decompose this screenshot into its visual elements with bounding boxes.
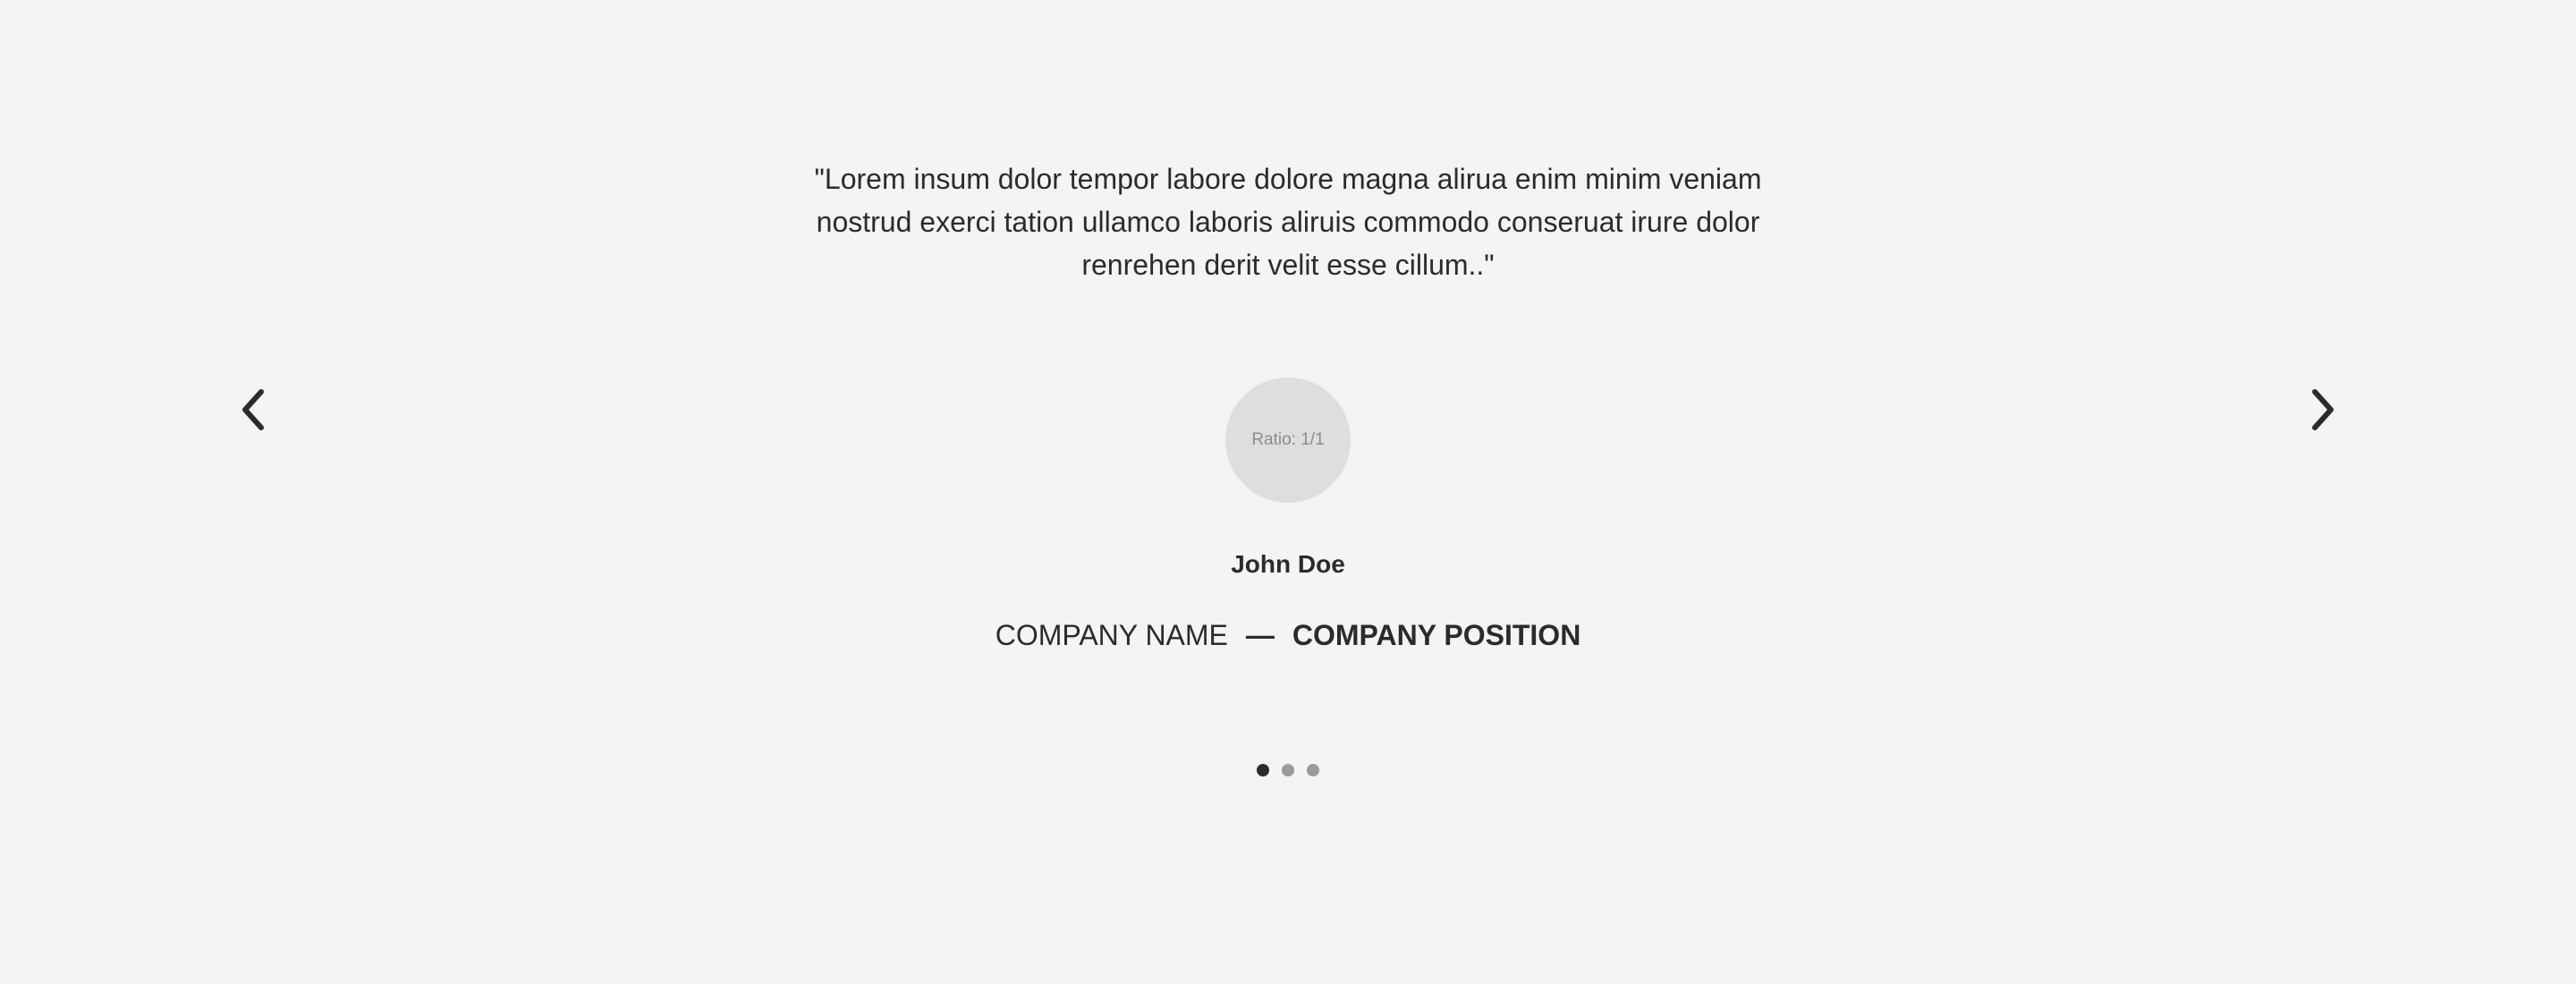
- pagination-dot-1[interactable]: [1257, 764, 1269, 776]
- pagination-dot-3[interactable]: [1307, 764, 1319, 776]
- avatar-ratio-label: Ratio: 1/1: [1251, 430, 1325, 449]
- chevron-right-icon: [2312, 389, 2334, 430]
- testimonial-quote: "Lorem insum dolor tempor labore dolore …: [814, 163, 1762, 281]
- previous-button[interactable]: [227, 383, 281, 437]
- person-name: John Doe: [1231, 550, 1345, 578]
- avatar-placeholder: Ratio: 1/1: [1225, 377, 1351, 503]
- company-position: COMPANY POSITION: [1292, 619, 1581, 651]
- pagination-dot-2[interactable]: [1282, 764, 1294, 776]
- pagination-dots: [0, 764, 2576, 776]
- chevron-left-icon: [242, 389, 264, 430]
- company-line: COMPANY NAME — COMPANY POSITION: [0, 617, 2576, 653]
- separator: —: [1245, 619, 1275, 651]
- next-button[interactable]: [2295, 383, 2349, 437]
- company-name: COMPANY NAME: [995, 619, 1228, 651]
- testimonial-slider: "Lorem insum dolor tempor labore dolore …: [0, 0, 2576, 984]
